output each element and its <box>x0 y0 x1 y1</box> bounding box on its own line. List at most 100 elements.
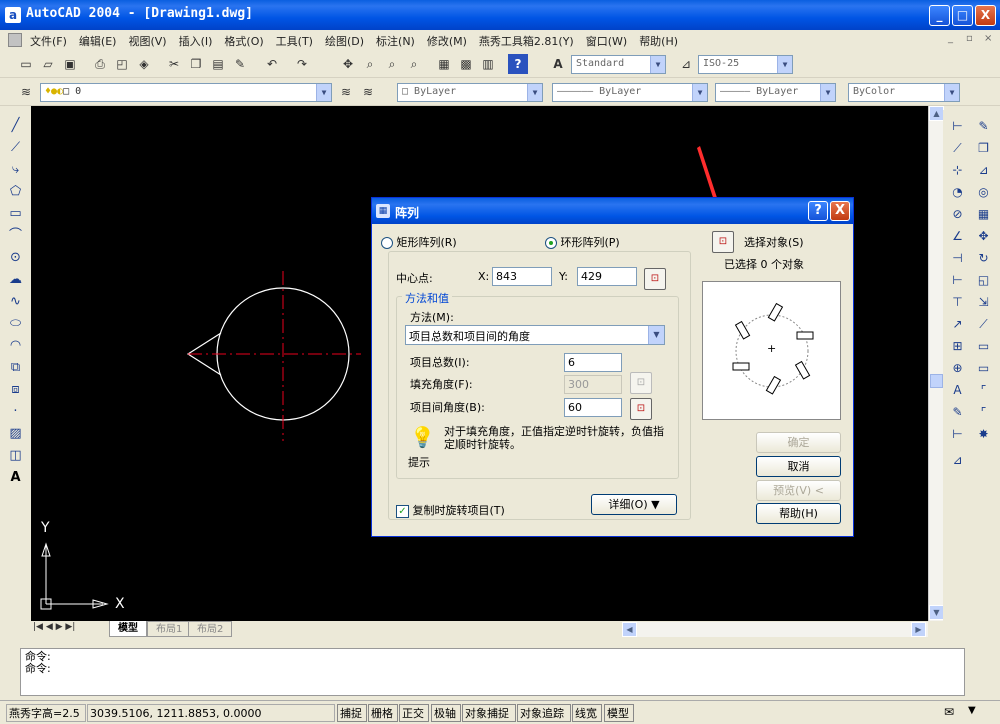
stretch-icon[interactable]: ⇲ <box>973 292 994 312</box>
scroll-down-icon[interactable]: ▼ <box>929 605 944 620</box>
menu-edit[interactable]: 编辑(E) <box>73 30 123 49</box>
mtext-icon[interactable]: A <box>5 468 26 488</box>
rotate-items-checkbox[interactable]: ✓ 复制时旋转项目(T) <box>396 502 505 518</box>
zoom-previous-icon[interactable]: ⌕ <box>404 54 424 74</box>
copy-icon[interactable]: ❐ <box>186 54 206 74</box>
radio-rectangular[interactable]: 矩形阵列(R) <box>381 234 457 250</box>
arc-icon[interactable]: ⌒ <box>5 226 26 246</box>
diameter-dim-icon[interactable]: ⊘ <box>947 204 968 224</box>
array-icon[interactable]: ▦ <box>973 204 994 224</box>
region-icon[interactable]: ◫ <box>5 446 26 466</box>
insert-block-icon[interactable]: ⧉ <box>5 358 26 378</box>
center-y-input[interactable]: 429 <box>577 267 637 286</box>
save-icon[interactable]: ▣ <box>60 54 80 74</box>
ordinate-dim-icon[interactable]: ⊹ <box>947 160 968 180</box>
cancel-button[interactable]: 取消 <box>756 456 841 477</box>
rectangle-icon[interactable]: ▭ <box>5 204 26 224</box>
offset-icon[interactable]: ◎ <box>973 182 994 202</box>
mdi-close-icon[interactable]: × <box>984 33 992 44</box>
otrack-toggle[interactable]: 对象追踪 <box>517 704 571 722</box>
menu-dimension[interactable]: 标注(N) <box>370 30 421 49</box>
match-prop-icon[interactable]: ✎ <box>230 54 250 74</box>
layer-select[interactable]: ♦●◐□ 0 ▼ <box>40 83 332 102</box>
new-icon[interactable]: ▭ <box>16 54 36 74</box>
ellipse-arc-icon[interactable]: ◠ <box>5 336 26 356</box>
text-style-icon[interactable]: A <box>548 54 568 74</box>
doc-icon[interactable] <box>8 33 22 47</box>
vertical-scrollbar[interactable]: ▲ ▼ <box>928 106 944 621</box>
aligned-dim-icon[interactable]: ⟋ <box>947 138 968 158</box>
dialog-close-button[interactable]: X <box>830 201 850 221</box>
linear-dim-icon[interactable]: ⊢ <box>947 116 968 136</box>
method-select[interactable]: 项目总数和项目间的角度 ▼ <box>405 325 665 345</box>
menu-insert[interactable]: 插入(I) <box>173 30 219 49</box>
polar-toggle[interactable]: 极轴 <box>431 704 461 722</box>
circle-icon[interactable]: ⊙ <box>5 248 26 268</box>
center-mark-icon[interactable]: ⊕ <box>947 358 968 378</box>
comm-center-icon[interactable]: ✉ <box>944 705 954 719</box>
dim-style-select[interactable]: ISO-25 ▼ <box>698 55 793 74</box>
status-menu-icon[interactable]: ▼ <box>968 705 976 716</box>
lengthen-icon[interactable]: ⟋ <box>973 314 994 334</box>
layer-previous-icon[interactable]: ≋ <box>358 82 378 102</box>
menu-help[interactable]: 帮助(H) <box>633 30 684 49</box>
mirror-icon[interactable]: ⊿ <box>973 160 994 180</box>
menu-tools[interactable]: 工具(T) <box>270 30 319 49</box>
radius-dim-icon[interactable]: ◔ <box>947 182 968 202</box>
command-window[interactable]: 命令: 命令: <box>20 648 965 696</box>
help-icon[interactable]: ? <box>508 54 528 74</box>
ortho-toggle[interactable]: 正交 <box>399 704 429 722</box>
scale-icon[interactable]: ◱ <box>973 270 994 290</box>
tab-layout2[interactable]: 布局2 <box>188 621 233 637</box>
lineweight-select[interactable]: ――――― ByLayer ▼ <box>715 83 836 102</box>
dim-text-edit-icon[interactable]: ✎ <box>947 402 968 422</box>
zoom-realtime-icon[interactable]: ⌕ <box>360 54 380 74</box>
close-button[interactable]: X <box>975 5 996 26</box>
pan-icon[interactable]: ✥ <box>338 54 358 74</box>
move-icon[interactable]: ✥ <box>973 226 994 246</box>
tab-model[interactable]: 模型 <box>109 621 147 637</box>
model-toggle[interactable]: 模型 <box>604 704 634 722</box>
scroll-right-icon[interactable]: ▶ <box>911 622 926 637</box>
print-icon[interactable]: ⎙ <box>90 54 110 74</box>
properties-icon[interactable]: ▦ <box>434 54 454 74</box>
maximize-button[interactable]: □ <box>952 5 973 26</box>
help-button[interactable]: 帮助(H) <box>756 503 841 524</box>
tab-nav-icon[interactable]: |◀ ◀ ▶ ▶| <box>33 622 75 632</box>
cut-icon[interactable]: ✂ <box>164 54 184 74</box>
design-center-icon[interactable]: ▩ <box>456 54 476 74</box>
plotstyle-select[interactable]: ByColor ▼ <box>848 83 960 102</box>
coordinate-display[interactable]: 3039.5106, 1211.8853, 0.0000 <box>87 704 335 722</box>
make-current-icon[interactable]: ≋ <box>336 82 356 102</box>
horizontal-scrollbar[interactable]: ◀ ▶ <box>622 622 928 637</box>
spline-icon[interactable]: ∿ <box>5 292 26 312</box>
pick-center-icon[interactable]: ⊡ <box>644 268 666 290</box>
center-x-input[interactable]: 843 <box>492 267 552 286</box>
undo-icon[interactable]: ↶ <box>262 54 282 74</box>
scroll-up-icon[interactable]: ▲ <box>929 106 944 121</box>
radio-polar[interactable]: 环形阵列(P) <box>545 234 620 250</box>
explode-icon[interactable]: ✸ <box>973 424 994 444</box>
layer-manager-icon[interactable]: ≋ <box>16 82 36 102</box>
tolerance-icon[interactable]: ⊞ <box>947 336 968 356</box>
publish-icon[interactable]: ◈ <box>134 54 154 74</box>
rotate-icon[interactable]: ↻ <box>973 248 994 268</box>
tab-layout1[interactable]: 布局1 <box>147 621 192 637</box>
print-preview-icon[interactable]: ◰ <box>112 54 132 74</box>
scroll-left-icon[interactable]: ◀ <box>622 622 637 637</box>
erase-icon[interactable]: ✎ <box>973 116 994 136</box>
extend-icon[interactable]: ▭ <box>973 358 994 378</box>
polyline-icon[interactable]: ⤷ <box>5 160 26 180</box>
angle-between-input[interactable]: 60 <box>564 398 622 417</box>
ellipse-icon[interactable]: ⬭ <box>5 314 26 334</box>
menu-draw[interactable]: 绘图(D) <box>319 30 370 49</box>
polygon-icon[interactable]: ⬠ <box>5 182 26 202</box>
mdi-minimize-icon[interactable]: _ <box>948 33 953 44</box>
leader-icon[interactable]: ↗ <box>947 314 968 334</box>
osnap-toggle[interactable]: 对象捕捉 <box>462 704 516 722</box>
tool-palettes-icon[interactable]: ▥ <box>478 54 498 74</box>
pick-angle-between-icon[interactable]: ⊡ <box>630 398 652 420</box>
vscroll-thumb[interactable] <box>930 374 943 388</box>
dim-style-manager-icon[interactable]: ⊿ <box>947 450 968 470</box>
total-items-input[interactable]: 6 <box>564 353 622 372</box>
